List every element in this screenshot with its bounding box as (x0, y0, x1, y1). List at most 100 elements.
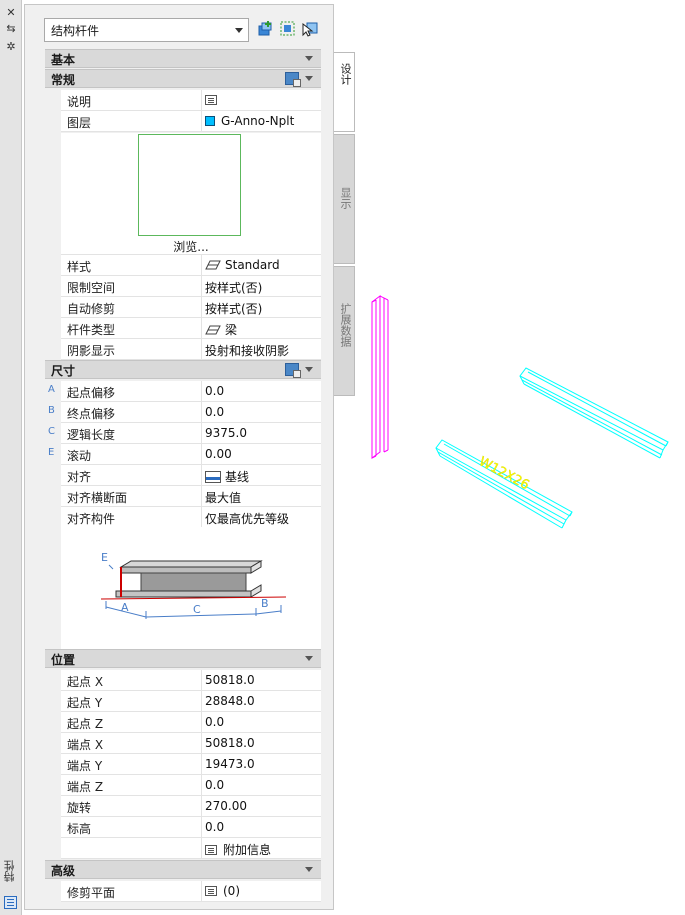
row-justify-section[interactable]: 对齐横断面 最大值 (61, 486, 321, 507)
trim-value[interactable]: 按样式(否) (205, 300, 319, 317)
logical-length-value[interactable]: 9375.0 (205, 426, 319, 440)
start-x-value[interactable]: 50818.0 (205, 673, 319, 687)
collapse-chevron-icon[interactable] (305, 656, 313, 661)
row-logical-length[interactable]: C 逻辑长度 9375.0 (48, 423, 321, 444)
row-start-x[interactable]: 起点 X 50818.0 (61, 670, 321, 691)
section-dimensions[interactable]: 尺寸 (45, 360, 321, 379)
trim-planes-value[interactable]: (0) (205, 884, 319, 898)
row-description[interactable]: 说明 (61, 90, 321, 111)
object-type-value: 结构杆件 (51, 24, 100, 38)
bound-spaces-value[interactable]: 按样式(否) (205, 279, 319, 296)
section-advanced-title: 高级 (51, 864, 76, 878)
collapse-chevron-icon[interactable] (305, 367, 313, 372)
justify-component-value[interactable]: 仅最高优先等级 (205, 510, 319, 527)
auto-hide-icon[interactable]: ⇆ (0, 22, 22, 36)
row-rotation[interactable]: 旋转 270.00 (61, 796, 321, 817)
collapse-chevron-icon[interactable] (305, 56, 313, 61)
baseline-align-icon (205, 471, 221, 483)
justify-name: 基线 (225, 470, 250, 484)
tab-design[interactable]: 设计 (334, 52, 355, 132)
end-y-value[interactable]: 19473.0 (205, 757, 319, 771)
beam-cyan-upper[interactable] (519, 367, 669, 459)
diagram-letter-b: B (261, 597, 269, 610)
description-value[interactable] (205, 93, 319, 107)
style-value[interactable]: Standard (205, 258, 319, 272)
row-style[interactable]: 样式 Standard (61, 255, 321, 276)
quick-select-icon[interactable] (301, 20, 319, 38)
style-label: 样式 (67, 260, 92, 274)
row-justify-component[interactable]: 对齐构件 仅最高优先等级 (61, 507, 321, 528)
row-start-offset[interactable]: A 起点偏移 0.0 (48, 381, 321, 402)
row-end-offset[interactable]: B 终点偏移 0.0 (48, 402, 321, 423)
browse-link[interactable]: 浏览... (61, 238, 321, 255)
row-end-y[interactable]: 端点 Y 19473.0 (61, 754, 321, 775)
row-start-z[interactable]: 起点 Z 0.0 (61, 712, 321, 733)
select-objects-icon[interactable] (279, 20, 297, 38)
tab-design-label: 设计 (339, 63, 352, 85)
justify-section-label: 对齐横断面 (67, 491, 128, 505)
row-end-x[interactable]: 端点 X 50818.0 (61, 733, 321, 754)
additional-info-button[interactable]: 附加信息 (205, 841, 319, 858)
close-icon[interactable]: ✕ (0, 6, 22, 20)
elevation-value[interactable]: 0.0 (205, 820, 319, 834)
start-z-value[interactable]: 0.0 (205, 715, 319, 729)
tab-extended-data-label: 扩展数据 (339, 303, 352, 347)
row-start-y[interactable]: 起点 Y 28848.0 (61, 691, 321, 712)
collapse-chevron-icon[interactable] (305, 867, 313, 872)
section-general-title: 常规 (51, 73, 76, 87)
row-justify[interactable]: 对齐 基线 (61, 465, 321, 486)
justify-section-value[interactable]: 最大值 (205, 489, 319, 506)
justify-component-label: 对齐构件 (67, 512, 116, 526)
beam-dimension-illustration: A C B E (100, 551, 287, 619)
section-general[interactable]: 常规 (45, 69, 321, 88)
quick-properties-icon[interactable] (285, 72, 301, 87)
rotation-value[interactable]: 270.00 (205, 799, 319, 813)
end-x-value[interactable]: 50818.0 (205, 736, 319, 750)
style-thumbnail[interactable] (138, 134, 241, 236)
section-dimensions-title: 尺寸 (51, 364, 76, 378)
drawing-canvas[interactable]: W12X26 (358, 280, 678, 540)
start-offset-value[interactable]: 0.0 (205, 384, 319, 398)
row-end-z[interactable]: 端点 Z 0.0 (61, 775, 321, 796)
row-member-type[interactable]: 杆件类型 梁 (61, 318, 321, 339)
quick-properties-icon[interactable] (285, 363, 301, 378)
row-bound-spaces[interactable]: 限制空间 按样式(否) (61, 276, 321, 297)
row-elevation[interactable]: 标高 0.0 (61, 817, 321, 838)
tab-display[interactable]: 显示 (334, 134, 355, 264)
beam-size-label: W12X26 (476, 454, 531, 493)
layer-color-icon (205, 116, 215, 126)
list-icon (205, 886, 217, 896)
row-trim-planes[interactable]: 修剪平面 (0) (61, 881, 321, 902)
row-additional-info[interactable]: 附加信息 (61, 838, 321, 859)
row-trim-automatically[interactable]: 自动修剪 按样式(否) (61, 297, 321, 318)
member-style-icon (205, 260, 221, 270)
list-icon (205, 95, 217, 105)
object-type-select[interactable]: 结构杆件 (44, 18, 249, 42)
end-y-label: 端点 Y (67, 759, 103, 773)
beam-magenta[interactable] (371, 295, 389, 459)
beam-cyan-lower[interactable] (435, 439, 573, 529)
member-type-label: 杆件类型 (67, 323, 116, 337)
additional-info-label: 附加信息 (223, 843, 272, 857)
end-z-value[interactable]: 0.0 (205, 778, 319, 792)
collapse-chevron-icon[interactable] (305, 76, 313, 81)
tab-extended-data[interactable]: 扩展数据 (334, 266, 355, 396)
section-location-title: 位置 (51, 653, 76, 667)
section-location[interactable]: 位置 (45, 649, 321, 668)
roll-value[interactable]: 0.00 (205, 447, 319, 461)
end-x-label: 端点 X (67, 738, 104, 752)
add-selected-icon[interactable] (256, 20, 274, 38)
layer-value[interactable]: G-Anno-Nplt (205, 114, 319, 128)
section-basic[interactable]: 基本 (45, 49, 321, 68)
section-advanced[interactable]: 高级 (45, 860, 321, 879)
start-y-value[interactable]: 28848.0 (205, 694, 319, 708)
end-offset-value[interactable]: 0.0 (205, 405, 319, 419)
row-shadow-display[interactable]: 阴影显示 投射和接收阴影 (61, 339, 321, 360)
shadow-value[interactable]: 投射和接收阴影 (205, 342, 319, 359)
settings-icon[interactable]: ✲ (0, 40, 22, 54)
row-layer[interactable]: 图层 G-Anno-Nplt (61, 111, 321, 132)
justify-value[interactable]: 基线 (205, 468, 319, 485)
member-type-value[interactable]: 梁 (205, 321, 319, 338)
palette-title-bar: ✕ ⇆ ✲ 特性 (0, 0, 22, 915)
row-roll[interactable]: E 滚动 0.00 (48, 444, 321, 465)
